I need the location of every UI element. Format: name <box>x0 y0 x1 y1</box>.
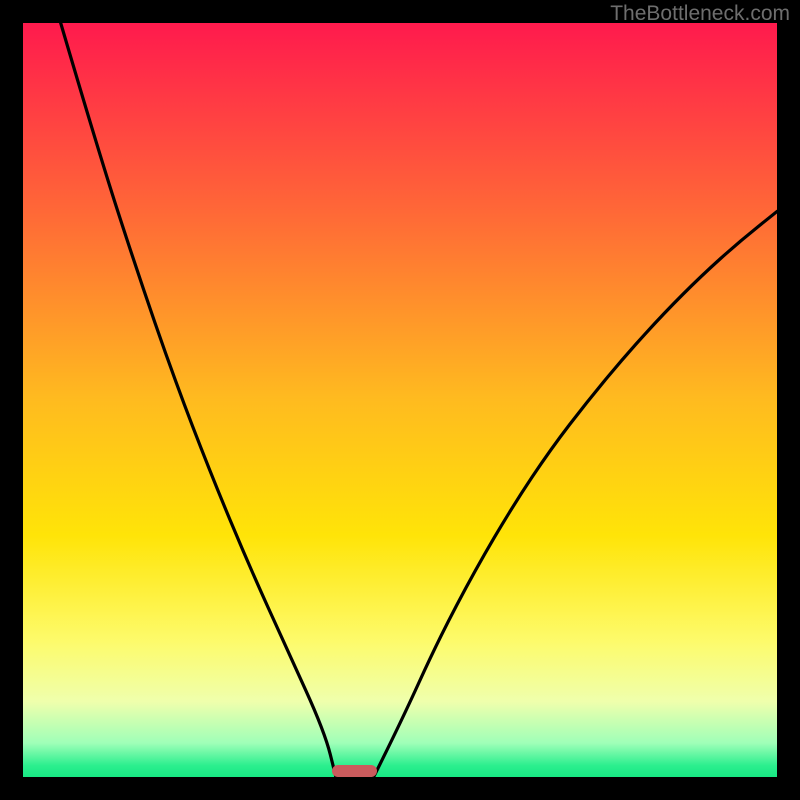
watermark-text: TheBottleneck.com <box>610 2 790 26</box>
curves-layer <box>23 23 777 777</box>
bottleneck-marker <box>332 765 377 777</box>
chart-frame: TheBottleneck.com <box>0 0 800 800</box>
left-curve <box>61 23 336 777</box>
plot-area <box>23 23 777 777</box>
right-curve <box>374 212 777 778</box>
